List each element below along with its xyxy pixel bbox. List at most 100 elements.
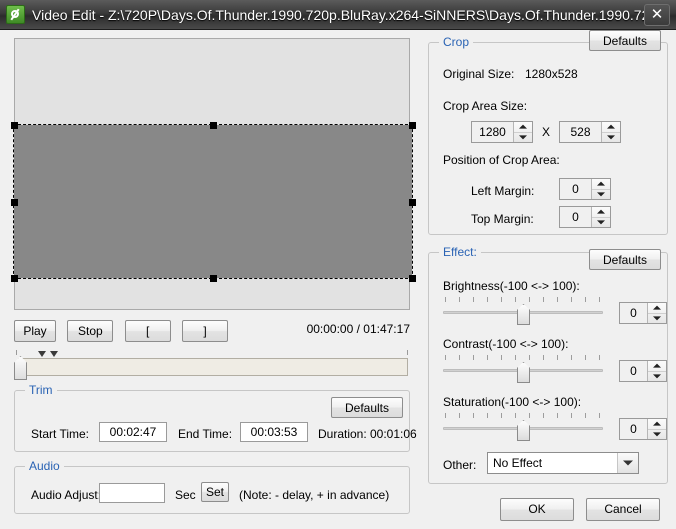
trim-start-marker[interactable]: [38, 351, 46, 357]
brightness-arrows[interactable]: [647, 303, 666, 323]
timecode-display: 00:00:00 / 01:47:17: [306, 322, 410, 336]
chevron-up-icon[interactable]: [648, 419, 666, 430]
chevron-up-icon[interactable]: [648, 361, 666, 372]
window-title: Video Edit - Z:\720P\Days.Of.Thunder.199…: [32, 6, 644, 23]
left-margin-arrows[interactable]: [591, 179, 610, 199]
saturation-thumb[interactable]: [517, 420, 530, 441]
ok-button[interactable]: OK: [500, 498, 574, 521]
left-margin-value[interactable]: 0: [560, 179, 591, 199]
audio-group: Audio Audio Adjust: Sec Set (Note: - del…: [14, 459, 410, 514]
chevron-down-icon[interactable]: [514, 133, 532, 143]
chevron-up-icon[interactable]: [592, 179, 610, 190]
audio-note-text: (Note: - delay, + in advance): [239, 488, 390, 502]
timeline-slider[interactable]: [10, 350, 414, 380]
crop-size-separator: X: [542, 125, 551, 139]
timeline-ticks: [16, 350, 408, 356]
chevron-up-icon[interactable]: [602, 122, 620, 133]
other-effect-value[interactable]: No Effect: [488, 456, 617, 470]
top-margin-value[interactable]: 0: [560, 207, 591, 227]
saturation-arrows[interactable]: [647, 419, 666, 439]
contrast-stepper[interactable]: 0: [619, 360, 667, 382]
mark-out-button[interactable]: ]: [182, 320, 229, 342]
trim-end-marker[interactable]: [50, 351, 58, 357]
chevron-up-icon[interactable]: [648, 303, 666, 314]
crop-height-value[interactable]: 528: [560, 122, 601, 142]
brightness-thumb[interactable]: [517, 304, 530, 325]
crop-defaults-button[interactable]: Defaults: [589, 30, 661, 51]
other-effect-label: Other:: [443, 458, 477, 472]
crop-area-size-label: Crop Area Size:: [443, 99, 528, 113]
timeline-track[interactable]: [18, 358, 408, 376]
contrast-value[interactable]: 0: [620, 361, 647, 381]
brightness-value[interactable]: 0: [620, 303, 647, 323]
crop-handle-bottom-left[interactable]: [11, 275, 18, 282]
chevron-up-icon[interactable]: [592, 207, 610, 218]
top-margin-arrows[interactable]: [591, 207, 610, 227]
brightness-stepper[interactable]: 0: [619, 302, 667, 324]
crop-position-label: Position of Crop Area:: [443, 153, 560, 167]
video-edit-dialog: Video Edit - Z:\720P\Days.Of.Thunder.199…: [0, 0, 676, 529]
saturation-label: Staturation(-100 <-> 100):: [443, 395, 582, 409]
top-margin-stepper[interactable]: 0: [559, 206, 611, 228]
trim-group-legend: Trim: [25, 383, 57, 397]
chevron-down-icon[interactable]: [648, 372, 666, 382]
app-logo-icon: [6, 5, 25, 24]
original-size-label: Original Size:: [443, 67, 515, 81]
audio-set-button[interactable]: Set: [201, 482, 229, 502]
saturation-value[interactable]: 0: [620, 419, 647, 439]
crop-handle-top-center[interactable]: [210, 122, 217, 129]
crop-selection-rectangle[interactable]: [11, 122, 416, 282]
duration-label: Duration:: [318, 427, 367, 441]
left-margin-stepper[interactable]: 0: [559, 178, 611, 200]
playback-controls: Play Stop [ ] 00:00:00 / 01:47:17: [14, 320, 410, 342]
chevron-down-icon[interactable]: [592, 218, 610, 228]
contrast-thumb[interactable]: [517, 362, 530, 383]
chevron-down-icon[interactable]: [648, 430, 666, 440]
contrast-label: Contrast(-100 <-> 100):: [443, 337, 569, 351]
play-button[interactable]: Play: [14, 320, 56, 342]
audio-adjust-label: Audio Adjust:: [31, 488, 102, 502]
original-size-value: 1280x528: [525, 67, 578, 81]
title-bar: Video Edit - Z:\720P\Days.Of.Thunder.199…: [0, 0, 676, 30]
end-time-field[interactable]: 00:03:53: [240, 422, 308, 442]
stop-button[interactable]: Stop: [67, 320, 114, 342]
brightness-ticks: [443, 297, 603, 303]
contrast-slider[interactable]: [443, 355, 603, 383]
crop-width-value[interactable]: 1280: [472, 122, 513, 142]
audio-adjust-input[interactable]: [99, 483, 165, 503]
chevron-down-icon[interactable]: [617, 453, 638, 473]
brightness-slider[interactable]: [443, 297, 603, 325]
crop-group-legend: Crop: [439, 35, 474, 49]
mark-in-button[interactable]: [: [124, 320, 171, 342]
close-icon[interactable]: ✕: [644, 3, 670, 26]
chevron-down-icon[interactable]: [648, 314, 666, 324]
duration-value: 00:01:06: [370, 427, 417, 441]
cancel-button[interactable]: Cancel: [586, 498, 660, 521]
start-time-label: Start Time:: [31, 427, 90, 441]
trim-defaults-button[interactable]: Defaults: [331, 397, 403, 418]
crop-handle-middle-left[interactable]: [11, 198, 18, 206]
start-time-field[interactable]: 00:02:47: [99, 422, 167, 442]
contrast-arrows[interactable]: [647, 361, 666, 381]
chevron-down-icon[interactable]: [592, 190, 610, 200]
crop-width-stepper[interactable]: 1280: [471, 121, 533, 143]
crop-height-arrows[interactable]: [601, 122, 620, 142]
crop-handle-top-right[interactable]: [409, 122, 416, 129]
crop-handle-bottom-center[interactable]: [210, 275, 217, 282]
end-time-label: End Time:: [178, 427, 233, 441]
crop-handle-top-left[interactable]: [11, 122, 18, 129]
audio-group-legend: Audio: [25, 459, 64, 473]
audio-unit-label: Sec: [175, 488, 196, 502]
chevron-up-icon[interactable]: [514, 122, 532, 133]
brightness-label: Brightness(-100 <-> 100):: [443, 279, 580, 293]
saturation-ticks: [443, 413, 603, 419]
other-effect-select[interactable]: No Effect: [487, 452, 639, 474]
crop-height-stepper[interactable]: 528: [559, 121, 621, 143]
crop-handle-middle-right[interactable]: [409, 198, 416, 206]
saturation-stepper[interactable]: 0: [619, 418, 667, 440]
chevron-down-icon[interactable]: [602, 133, 620, 143]
saturation-slider[interactable]: [443, 413, 603, 441]
effect-defaults-button[interactable]: Defaults: [589, 249, 661, 270]
crop-width-arrows[interactable]: [513, 122, 532, 142]
crop-handle-bottom-right[interactable]: [409, 275, 416, 282]
